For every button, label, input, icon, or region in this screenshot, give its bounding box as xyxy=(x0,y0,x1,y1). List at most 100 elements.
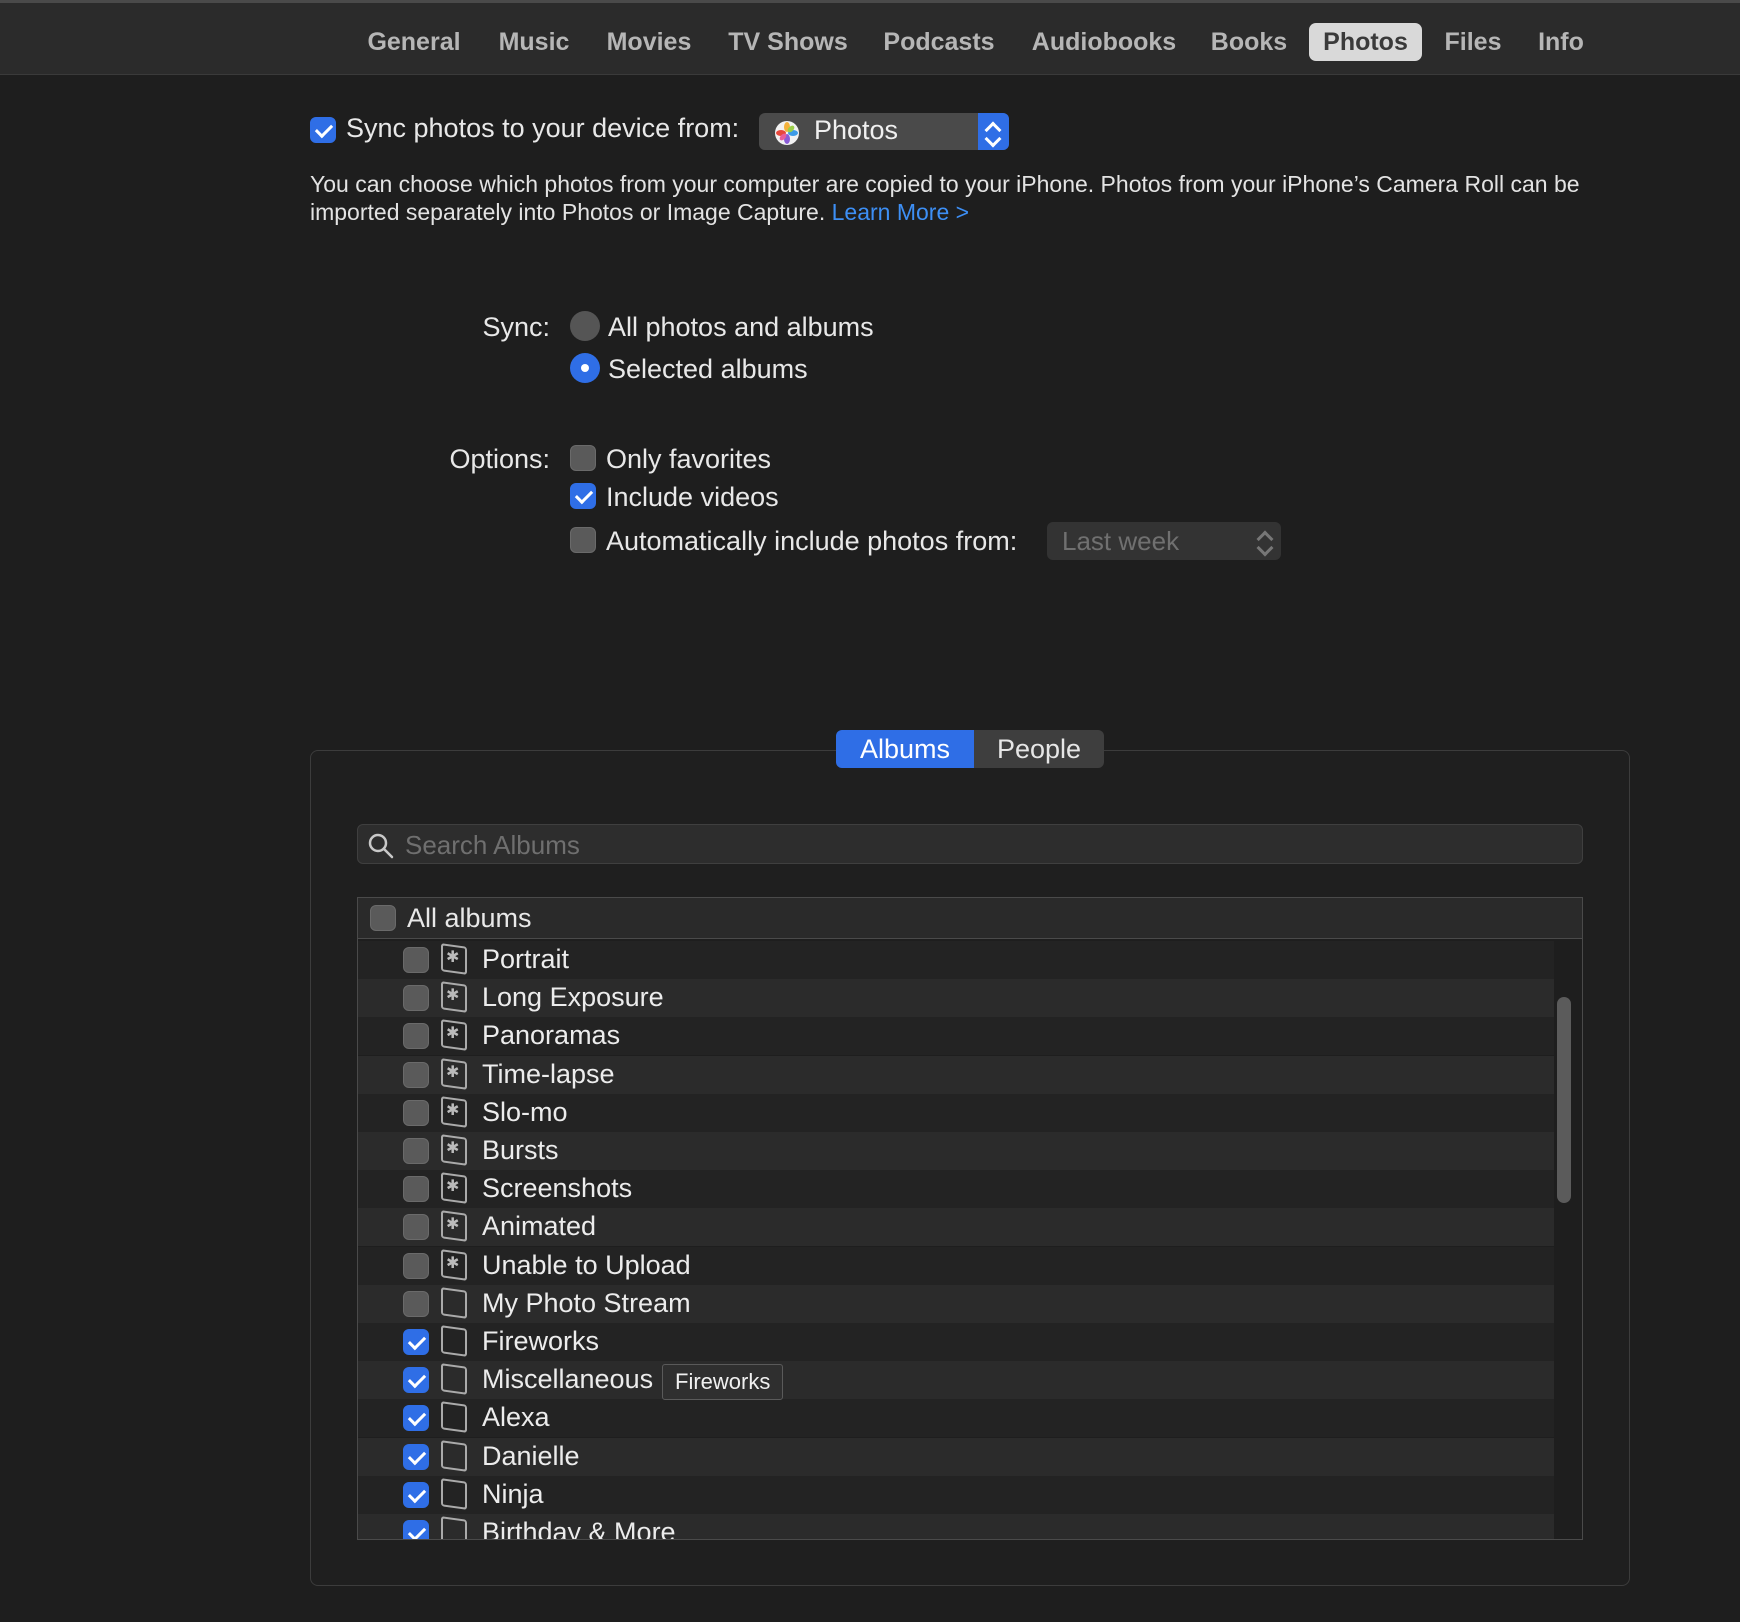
tab-files[interactable]: Files xyxy=(1435,23,1511,61)
album-icon xyxy=(441,1439,467,1472)
albums-scrollbar[interactable] xyxy=(1557,997,1571,1203)
tab-music[interactable]: Music xyxy=(488,23,580,61)
album-checkbox[interactable] xyxy=(403,1252,429,1279)
album-icon xyxy=(441,1363,467,1396)
options-label: Options: xyxy=(449,444,550,474)
album-icon xyxy=(441,1477,467,1510)
smart-album-icon xyxy=(441,1172,467,1205)
album-checkbox[interactable] xyxy=(403,1290,429,1317)
segment-people[interactable]: People xyxy=(974,730,1104,768)
album-name: Alexa xyxy=(482,1402,550,1433)
all-albums-label: All albums xyxy=(407,903,532,933)
smart-album-icon xyxy=(441,1019,467,1052)
album-row[interactable]: Animated xyxy=(358,1208,1554,1247)
album-checkbox[interactable] xyxy=(403,985,429,1012)
album-row[interactable]: My Photo Stream xyxy=(358,1284,1554,1323)
photos-app-icon xyxy=(775,121,799,145)
album-row[interactable]: Slo-mo xyxy=(358,1093,1554,1132)
album-checkbox[interactable] xyxy=(403,1214,429,1241)
tab-podcasts[interactable]: Podcasts xyxy=(874,23,1004,61)
album-name: Birthday & More xyxy=(482,1517,676,1539)
popup-stepper-icon xyxy=(1250,522,1281,560)
album-name: Ninja xyxy=(482,1478,544,1509)
tab-bar: General Music Movies TV Shows Podcasts A… xyxy=(0,0,1740,75)
album-name: Unable to Upload xyxy=(482,1249,691,1280)
radio-selected-albums-label: Selected albums xyxy=(608,354,808,384)
smart-album-icon xyxy=(441,1134,467,1166)
include-videos-checkbox[interactable] xyxy=(570,483,596,509)
album-checkbox[interactable] xyxy=(403,1520,429,1539)
album-row[interactable]: Unable to Upload xyxy=(358,1246,1554,1285)
album-checkbox[interactable] xyxy=(403,1481,429,1508)
album-name: Danielle xyxy=(482,1440,580,1471)
album-checkbox[interactable] xyxy=(403,1023,429,1050)
album-checkbox[interactable] xyxy=(403,1443,429,1470)
album-row[interactable]: Birthday & More xyxy=(358,1514,1554,1539)
smart-album-icon xyxy=(441,1248,467,1281)
auto-include-checkbox[interactable] xyxy=(570,527,596,553)
segment-albums[interactable]: Albums xyxy=(836,730,974,768)
album-row[interactable]: Ninja xyxy=(358,1475,1554,1514)
album-checkbox[interactable] xyxy=(403,1367,429,1394)
radio-selected-albums[interactable] xyxy=(570,353,600,383)
album-checkbox[interactable] xyxy=(403,1099,429,1126)
album-row[interactable]: Panoramas xyxy=(358,1017,1554,1056)
tab-movies[interactable]: Movies xyxy=(598,23,700,61)
album-row[interactable]: Time-lapse xyxy=(358,1055,1554,1094)
all-albums-checkbox[interactable] xyxy=(370,905,396,931)
album-name: Time-lapse xyxy=(482,1058,615,1089)
album-name: Screenshots xyxy=(482,1173,633,1204)
album-icon xyxy=(441,1286,467,1319)
tab-books[interactable]: Books xyxy=(1204,23,1294,61)
learn-more-link[interactable]: Learn More > xyxy=(832,199,969,225)
only-favorites-checkbox[interactable] xyxy=(570,445,596,471)
album-name: Slo-mo xyxy=(482,1096,568,1127)
album-row[interactable]: Bursts xyxy=(358,1132,1554,1170)
radio-all-photos-label: All photos and albums xyxy=(608,312,874,342)
tab-photos[interactable]: Photos xyxy=(1309,23,1422,61)
album-name: Bursts xyxy=(482,1135,559,1165)
album-name: My Photo Stream xyxy=(482,1287,691,1318)
smart-album-icon xyxy=(441,943,467,975)
radio-all-photos[interactable] xyxy=(570,311,600,341)
album-name: Panoramas xyxy=(482,1020,621,1051)
album-name: Fireworks xyxy=(482,1326,600,1356)
album-checkbox[interactable] xyxy=(403,947,429,973)
only-favorites-label: Only favorites xyxy=(606,444,772,474)
sync-photos-label: Sync photos to your device from: xyxy=(346,113,740,143)
album-row[interactable]: Long Exposure xyxy=(358,979,1554,1018)
tab-audiobooks[interactable]: Audiobooks xyxy=(1024,23,1184,61)
album-row[interactable]: Fireworks xyxy=(358,1323,1554,1361)
album-row[interactable]: Portrait xyxy=(358,941,1554,979)
album-icon xyxy=(441,1325,467,1357)
tab-tv-shows[interactable]: TV Shows xyxy=(718,23,858,61)
all-albums-header: All albums xyxy=(358,898,1582,939)
album-row[interactable]: Danielle xyxy=(358,1437,1554,1476)
album-checkbox[interactable] xyxy=(403,1329,429,1355)
tab-general[interactable]: General xyxy=(358,23,470,61)
album-checkbox[interactable] xyxy=(403,1061,429,1088)
album-row[interactable]: Miscellaneous xyxy=(358,1361,1554,1400)
tooltip: Fireworks xyxy=(662,1364,784,1400)
album-icon xyxy=(441,1401,467,1434)
search-albums-input[interactable] xyxy=(403,825,1567,865)
albums-people-segmented-control: Albums People xyxy=(836,730,1104,768)
album-row[interactable]: Alexa xyxy=(358,1399,1554,1438)
album-checkbox[interactable] xyxy=(403,1138,429,1164)
album-name: Portrait xyxy=(482,944,570,974)
popup-stepper-icon xyxy=(978,113,1009,150)
sync-photos-checkbox[interactable] xyxy=(310,117,336,143)
album-row[interactable]: Screenshots xyxy=(358,1170,1554,1209)
sync-source-popup[interactable]: Photos xyxy=(759,113,1009,150)
album-checkbox[interactable] xyxy=(403,1405,429,1432)
album-name: Animated xyxy=(482,1211,597,1242)
auto-include-label: Automatically include photos from: xyxy=(606,526,1018,556)
smart-album-icon xyxy=(441,1095,467,1128)
search-icon xyxy=(368,833,394,859)
album-checkbox[interactable] xyxy=(403,1176,429,1203)
album-name: Long Exposure xyxy=(482,982,664,1013)
sync-source-value: Photos xyxy=(814,115,899,145)
auto-include-range-value: Last week xyxy=(1062,526,1180,556)
tab-info[interactable]: Info xyxy=(1528,23,1594,61)
album-name: Miscellaneous xyxy=(482,1364,654,1395)
